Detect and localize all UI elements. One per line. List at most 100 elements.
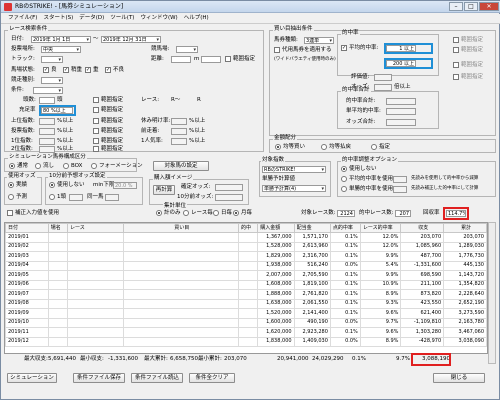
track-select[interactable]: [41, 56, 63, 63]
range-checkbox-3[interactable]: [453, 62, 459, 68]
prev-rank-input[interactable]: [171, 128, 187, 135]
race-type-select[interactable]: [41, 77, 63, 84]
single-hit-input[interactable]: [386, 108, 416, 115]
table-row[interactable]: 2019/06 1,608,000 1,819,100 0.1% 10.9% 211,10…: [5, 279, 487, 290]
menu-help[interactable]: ヘルプ(H): [181, 14, 212, 23]
condition-slightly-heavy-checkbox[interactable]: ✓: [63, 67, 69, 73]
table-row[interactable]: 2019/07 1,888,000 2,761,820 0.1% 8.9% 873,820…: [5, 289, 487, 300]
maximize-button[interactable]: □: [464, 2, 478, 11]
odds-input[interactable]: [374, 84, 392, 91]
eval-input[interactable]: [374, 74, 392, 81]
favorite-rate-input[interactable]: [171, 138, 187, 145]
date-to-field[interactable]: 2019年 12月 31日: [101, 36, 161, 43]
save-conditions-button[interactable]: 条件ファイル保存: [73, 373, 125, 383]
table-row[interactable]: 2019/04 1,938,000 516,240 0.0% 5.4% -1,331,60…: [5, 260, 487, 271]
hit-option-single-input[interactable]: [393, 186, 407, 193]
table-row[interactable]: 2019/01 1,367,000 1,571,170 0.1% 12.0% 203,07…: [5, 232, 487, 243]
close-button[interactable]: 閉じる: [433, 373, 485, 383]
col-date[interactable]: 日付: [5, 223, 49, 233]
first-index-input[interactable]: [39, 138, 55, 145]
distance-range-checkbox[interactable]: [225, 56, 231, 62]
recalc-button[interactable]: 再計算: [153, 185, 175, 195]
condition-bad-checkbox[interactable]: ✓: [105, 67, 111, 73]
col-balance[interactable]: 収支: [400, 223, 445, 233]
odds-sum-input[interactable]: [386, 119, 416, 126]
menu-window[interactable]: ウィンドウ(W): [137, 14, 180, 23]
table-row[interactable]: 2019/09 1,520,000 2,141,400 0.1% 9.6% 621,400…: [5, 308, 487, 319]
use-odds-actual-radio[interactable]: [8, 182, 14, 188]
totals-only-radio[interactable]: [156, 210, 162, 216]
use-odds-forecast-radio[interactable]: [8, 194, 14, 200]
vote-range-checkbox[interactable]: [93, 128, 99, 134]
confirm-odds-input[interactable]: [215, 184, 243, 191]
clear-conditions-button[interactable]: 条件全クリア: [189, 373, 235, 383]
table-row[interactable]: 2019/03 1,829,000 2,316,700 0.1% 9.9% 487,700…: [5, 251, 487, 262]
ten-min-head-input[interactable]: [69, 194, 83, 201]
second-range-checkbox[interactable]: [93, 146, 99, 152]
menu-tools[interactable]: ツール(T): [107, 14, 137, 23]
close-window-button[interactable]: ✕: [479, 2, 499, 11]
vote-index-input[interactable]: [39, 128, 55, 135]
upper-range-checkbox[interactable]: [93, 118, 99, 124]
totals-race-radio[interactable]: [183, 210, 189, 216]
simulation-button[interactable]: シミュレーション: [7, 373, 57, 383]
venue-select[interactable]: 中央: [41, 46, 81, 53]
single-calc-select[interactable]: 単勝予計算(4): [262, 185, 326, 192]
rest-rate-input[interactable]: [171, 118, 187, 125]
second-index-input[interactable]: [39, 146, 55, 153]
ten-min-off-radio[interactable]: [49, 182, 55, 188]
results-scrollbar[interactable]: [488, 222, 496, 364]
horse-range-checkbox[interactable]: [93, 97, 99, 103]
target-index-select[interactable]: RBのSTRIKE!: [262, 166, 326, 173]
table-row[interactable]: 2019/05 2,007,000 2,705,590 0.1% 9.9% 698,590…: [5, 270, 487, 281]
hit-option-avg-radio[interactable]: [341, 176, 347, 182]
range-checkbox-2[interactable]: [453, 47, 459, 53]
horse-count-input[interactable]: [39, 97, 55, 104]
sim-flow-radio[interactable]: [35, 163, 41, 169]
range-checkbox-1[interactable]: [453, 37, 459, 43]
table-row[interactable]: 2019/10 1,600,000 490,190 0.0% 9.7% -1,109,81…: [5, 317, 487, 328]
course-select[interactable]: [176, 46, 198, 53]
sim-normal-radio[interactable]: [9, 163, 15, 169]
menu-data[interactable]: データ(D): [76, 14, 107, 23]
minimize-button[interactable]: –: [449, 2, 463, 11]
hit-option-single-radio[interactable]: [341, 186, 347, 192]
condition-heavy-checkbox[interactable]: ✓: [85, 67, 91, 73]
load-conditions-button[interactable]: 条件ファイル読込: [131, 373, 183, 383]
alloc-custom-radio[interactable]: [371, 144, 377, 150]
col-race[interactable]: レース: [66, 223, 124, 233]
menu-start[interactable]: スタート(S): [40, 14, 76, 23]
table-row[interactable]: 2019/02 1,528,000 2,613,960 0.1% 12.0% 1,085,…: [5, 241, 487, 252]
target-horse-button[interactable]: 対象馬の設定: [153, 161, 209, 171]
table-row[interactable]: 2019/11 1,620,000 2,923,280 0.1% 9.6% 1,303,2…: [5, 327, 487, 338]
table-row[interactable]: 2019/08 1,638,000 2,061,550 0.1% 9.3% 423,550…: [5, 298, 487, 309]
sim-formation-radio[interactable]: [91, 163, 97, 169]
ten-odds-input[interactable]: [215, 194, 243, 201]
col-hit[interactable]: 的中: [237, 223, 259, 233]
hit-option-avg-input[interactable]: [393, 176, 407, 183]
alloc-even-radio[interactable]: [275, 144, 281, 150]
col-ticket[interactable]: 買い目: [122, 223, 240, 233]
col-point-hit[interactable]: 点的中率: [329, 223, 361, 233]
condition-good-checkbox[interactable]: ✓: [43, 67, 49, 73]
col-cumulative[interactable]: 累計: [443, 223, 487, 233]
col-payout[interactable]: 配当金: [293, 223, 331, 233]
col-purchase[interactable]: 購入金額: [257, 223, 295, 233]
distance-input-2[interactable]: [201, 56, 221, 63]
col-venue[interactable]: 場名: [47, 223, 68, 233]
ten-min-head-radio[interactable]: [49, 194, 55, 200]
totals-day-radio[interactable]: [213, 210, 219, 216]
ten-min-same-input[interactable]: [105, 194, 119, 201]
class-select[interactable]: [33, 87, 63, 94]
alt-bet-checkbox[interactable]: [274, 47, 280, 53]
sim-box-radio[interactable]: [63, 163, 69, 169]
first-range-checkbox[interactable]: [93, 138, 99, 144]
table-row[interactable]: 2019/12 1,838,000 1,409,030 0.0% 8.9% -428,97…: [5, 336, 487, 347]
col-race-hit[interactable]: レース的中率: [359, 223, 402, 233]
hit-option-off-radio[interactable]: [341, 166, 347, 172]
fill-range-checkbox[interactable]: [93, 107, 99, 113]
range-checkbox-4[interactable]: [453, 74, 459, 80]
date-from-field[interactable]: 2019年 1月 1日: [31, 36, 91, 43]
correction-checkbox[interactable]: [7, 210, 13, 216]
ten-min-value-input[interactable]: 20.0 %: [113, 182, 137, 189]
